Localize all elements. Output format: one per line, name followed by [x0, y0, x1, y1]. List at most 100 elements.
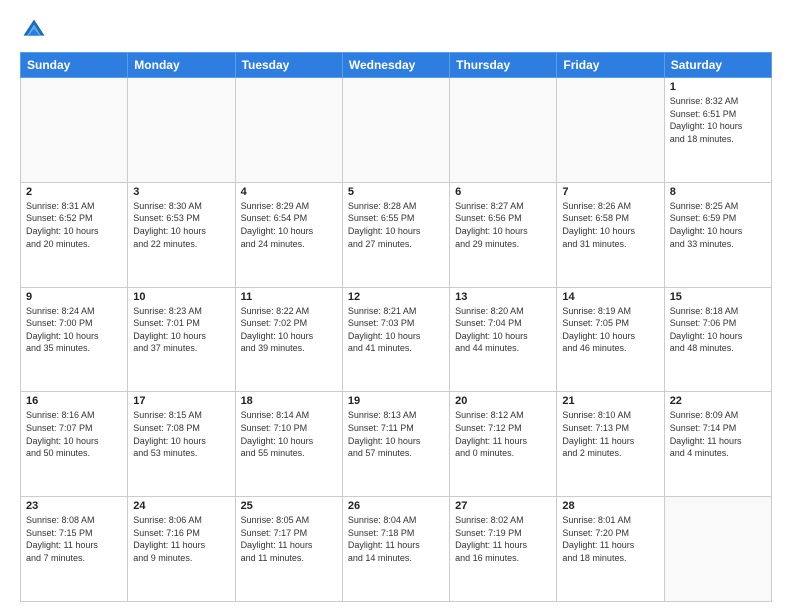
- day-number: 5: [348, 186, 444, 198]
- day-number: 10: [133, 291, 229, 303]
- day-info: Sunrise: 8:25 AM Sunset: 6:59 PM Dayligh…: [670, 200, 766, 250]
- calendar-cell: 28 Sunrise: 8:01 AM Sunset: 7:20 PM Dayli…: [557, 497, 664, 602]
- calendar-cell: 12 Sunrise: 8:21 AM Sunset: 7:03 PM Dayli…: [342, 287, 449, 392]
- day-number: 18: [241, 395, 337, 407]
- calendar-cell: [450, 78, 557, 183]
- calendar-cell: [235, 78, 342, 183]
- calendar-cell: 7 Sunrise: 8:26 AM Sunset: 6:58 PM Daylig…: [557, 182, 664, 287]
- calendar-cell: 24 Sunrise: 8:06 AM Sunset: 7:16 PM Dayli…: [128, 497, 235, 602]
- day-header-wednesday: Wednesday: [342, 53, 449, 78]
- day-info: Sunrise: 8:31 AM Sunset: 6:52 PM Dayligh…: [26, 200, 122, 250]
- calendar-week-3: 16 Sunrise: 8:16 AM Sunset: 7:07 PM Dayli…: [21, 392, 772, 497]
- day-number: 22: [670, 395, 766, 407]
- calendar-cell: [557, 78, 664, 183]
- day-number: 19: [348, 395, 444, 407]
- day-info: Sunrise: 8:32 AM Sunset: 6:51 PM Dayligh…: [670, 95, 766, 145]
- day-number: 12: [348, 291, 444, 303]
- calendar-cell: 13 Sunrise: 8:20 AM Sunset: 7:04 PM Dayli…: [450, 287, 557, 392]
- day-info: Sunrise: 8:01 AM Sunset: 7:20 PM Dayligh…: [562, 514, 658, 564]
- day-number: 6: [455, 186, 551, 198]
- calendar-cell: 2 Sunrise: 8:31 AM Sunset: 6:52 PM Daylig…: [21, 182, 128, 287]
- calendar-cell: 18 Sunrise: 8:14 AM Sunset: 7:10 PM Dayli…: [235, 392, 342, 497]
- calendar-cell: 3Sunrise: 8:30 AM Sunset: 6:53 PM Daylig…: [128, 182, 235, 287]
- day-number: 23: [26, 500, 122, 512]
- calendar-cell: 20 Sunrise: 8:12 AM Sunset: 7:12 PM Dayli…: [450, 392, 557, 497]
- day-info: Sunrise: 8:04 AM Sunset: 7:18 PM Dayligh…: [348, 514, 444, 564]
- day-number: 16: [26, 395, 122, 407]
- day-header-sunday: Sunday: [21, 53, 128, 78]
- day-header-friday: Friday: [557, 53, 664, 78]
- day-info: Sunrise: 8:21 AM Sunset: 7:03 PM Dayligh…: [348, 305, 444, 355]
- day-number: 8: [670, 186, 766, 198]
- day-info: Sunrise: 8:30 AM Sunset: 6:53 PM Dayligh…: [133, 200, 229, 250]
- calendar-cell: 16 Sunrise: 8:16 AM Sunset: 7:07 PM Dayli…: [21, 392, 128, 497]
- day-number: 27: [455, 500, 551, 512]
- day-info: Sunrise: 8:08 AM Sunset: 7:15 PM Dayligh…: [26, 514, 122, 564]
- logo: [20, 16, 54, 44]
- day-info: Sunrise: 8:19 AM Sunset: 7:05 PM Dayligh…: [562, 305, 658, 355]
- day-number: 2: [26, 186, 122, 198]
- calendar-week-0: 1 Sunrise: 8:32 AM Sunset: 6:51 PM Daylig…: [21, 78, 772, 183]
- day-info: Sunrise: 8:13 AM Sunset: 7:11 PM Dayligh…: [348, 409, 444, 459]
- calendar-cell: [128, 78, 235, 183]
- calendar-cell: 5 Sunrise: 8:28 AM Sunset: 6:55 PM Daylig…: [342, 182, 449, 287]
- day-number: 21: [562, 395, 658, 407]
- day-number: 15: [670, 291, 766, 303]
- day-number: 28: [562, 500, 658, 512]
- calendar-cell: 4 Sunrise: 8:29 AM Sunset: 6:54 PM Daylig…: [235, 182, 342, 287]
- day-info: Sunrise: 8:05 AM Sunset: 7:17 PM Dayligh…: [241, 514, 337, 564]
- day-info: Sunrise: 8:06 AM Sunset: 7:16 PM Dayligh…: [133, 514, 229, 564]
- day-number: 24: [133, 500, 229, 512]
- day-info: Sunrise: 8:22 AM Sunset: 7:02 PM Dayligh…: [241, 305, 337, 355]
- logo-icon: [20, 16, 48, 44]
- header: [20, 16, 772, 44]
- day-header-saturday: Saturday: [664, 53, 771, 78]
- calendar-week-1: 2 Sunrise: 8:31 AM Sunset: 6:52 PM Daylig…: [21, 182, 772, 287]
- day-info: Sunrise: 8:16 AM Sunset: 7:07 PM Dayligh…: [26, 409, 122, 459]
- calendar-cell: 15Sunrise: 8:18 AM Sunset: 7:06 PM Dayli…: [664, 287, 771, 392]
- calendar-cell: 23 Sunrise: 8:08 AM Sunset: 7:15 PM Dayli…: [21, 497, 128, 602]
- calendar-cell: 17 Sunrise: 8:15 AM Sunset: 7:08 PM Dayli…: [128, 392, 235, 497]
- day-info: Sunrise: 8:14 AM Sunset: 7:10 PM Dayligh…: [241, 409, 337, 459]
- day-number: 7: [562, 186, 658, 198]
- day-info: Sunrise: 8:28 AM Sunset: 6:55 PM Dayligh…: [348, 200, 444, 250]
- day-number: 4: [241, 186, 337, 198]
- day-info: Sunrise: 8:09 AM Sunset: 7:14 PM Dayligh…: [670, 409, 766, 459]
- calendar-cell: 25Sunrise: 8:05 AM Sunset: 7:17 PM Dayli…: [235, 497, 342, 602]
- calendar-cell: [664, 497, 771, 602]
- page: SundayMondayTuesdayWednesdayThursdayFrid…: [0, 0, 792, 612]
- calendar-cell: 19 Sunrise: 8:13 AM Sunset: 7:11 PM Dayli…: [342, 392, 449, 497]
- calendar-cell: [342, 78, 449, 183]
- calendar-cell: 6 Sunrise: 8:27 AM Sunset: 6:56 PM Daylig…: [450, 182, 557, 287]
- calendar-cell: 21 Sunrise: 8:10 AM Sunset: 7:13 PM Dayli…: [557, 392, 664, 497]
- day-number: 20: [455, 395, 551, 407]
- calendar-cell: 1 Sunrise: 8:32 AM Sunset: 6:51 PM Daylig…: [664, 78, 771, 183]
- day-info: Sunrise: 8:29 AM Sunset: 6:54 PM Dayligh…: [241, 200, 337, 250]
- calendar-cell: 10 Sunrise: 8:23 AM Sunset: 7:01 PM Dayli…: [128, 287, 235, 392]
- calendar-cell: 26 Sunrise: 8:04 AM Sunset: 7:18 PM Dayli…: [342, 497, 449, 602]
- day-info: Sunrise: 8:10 AM Sunset: 7:13 PM Dayligh…: [562, 409, 658, 459]
- calendar-cell: 22 Sunrise: 8:09 AM Sunset: 7:14 PM Dayli…: [664, 392, 771, 497]
- calendar-cell: 9Sunrise: 8:24 AM Sunset: 7:00 PM Daylig…: [21, 287, 128, 392]
- day-info: Sunrise: 8:12 AM Sunset: 7:12 PM Dayligh…: [455, 409, 551, 459]
- calendar-cell: 8 Sunrise: 8:25 AM Sunset: 6:59 PM Daylig…: [664, 182, 771, 287]
- calendar-week-4: 23 Sunrise: 8:08 AM Sunset: 7:15 PM Dayli…: [21, 497, 772, 602]
- day-info: Sunrise: 8:20 AM Sunset: 7:04 PM Dayligh…: [455, 305, 551, 355]
- calendar: SundayMondayTuesdayWednesdayThursdayFrid…: [20, 52, 772, 602]
- calendar-cell: 14Sunrise: 8:19 AM Sunset: 7:05 PM Dayli…: [557, 287, 664, 392]
- day-number: 26: [348, 500, 444, 512]
- day-info: Sunrise: 8:26 AM Sunset: 6:58 PM Dayligh…: [562, 200, 658, 250]
- day-info: Sunrise: 8:24 AM Sunset: 7:00 PM Dayligh…: [26, 305, 122, 355]
- calendar-cell: 11Sunrise: 8:22 AM Sunset: 7:02 PM Dayli…: [235, 287, 342, 392]
- day-number: 13: [455, 291, 551, 303]
- calendar-week-2: 9Sunrise: 8:24 AM Sunset: 7:00 PM Daylig…: [21, 287, 772, 392]
- day-info: Sunrise: 8:23 AM Sunset: 7:01 PM Dayligh…: [133, 305, 229, 355]
- day-header-monday: Monday: [128, 53, 235, 78]
- day-number: 1: [670, 81, 766, 93]
- day-info: Sunrise: 8:02 AM Sunset: 7:19 PM Dayligh…: [455, 514, 551, 564]
- day-info: Sunrise: 8:27 AM Sunset: 6:56 PM Dayligh…: [455, 200, 551, 250]
- calendar-header-row: SundayMondayTuesdayWednesdayThursdayFrid…: [21, 53, 772, 78]
- day-info: Sunrise: 8:15 AM Sunset: 7:08 PM Dayligh…: [133, 409, 229, 459]
- day-number: 17: [133, 395, 229, 407]
- day-header-thursday: Thursday: [450, 53, 557, 78]
